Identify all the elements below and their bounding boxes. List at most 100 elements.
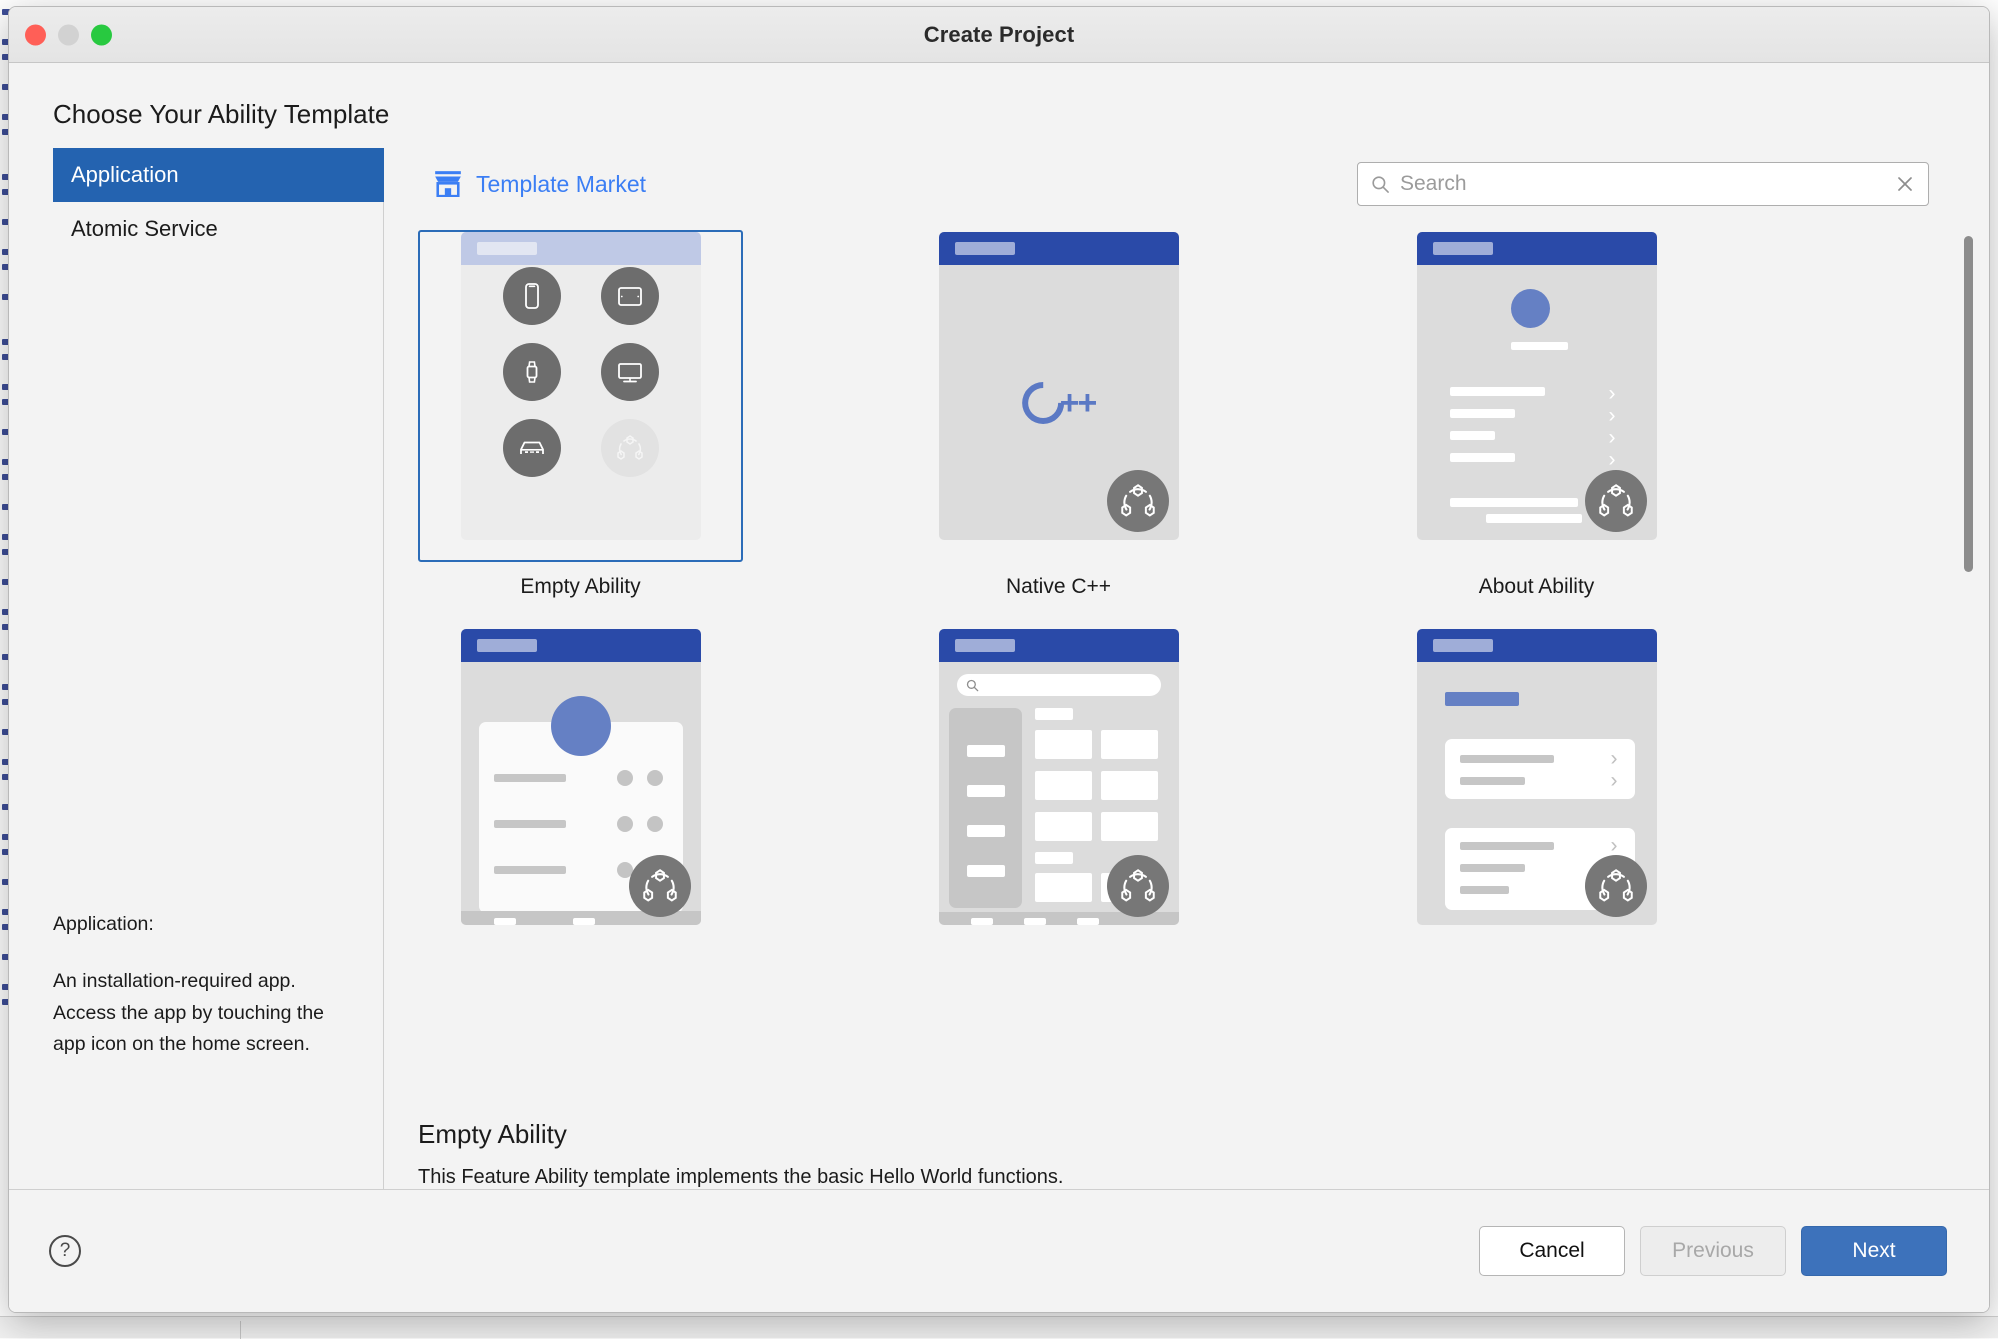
help-icon[interactable]: ? bbox=[49, 1235, 81, 1267]
minimize-window-icon[interactable] bbox=[58, 24, 79, 45]
template-preview-frame: ++ bbox=[896, 230, 1221, 562]
template-card-profile[interactable] bbox=[418, 627, 743, 972]
avatar bbox=[551, 696, 611, 756]
template-preview-frame: › › › › bbox=[1374, 627, 1699, 959]
preview-header-pill bbox=[1433, 639, 1493, 652]
template-card-catalog[interactable] bbox=[896, 627, 1221, 972]
cpp-logo-icon: ++ bbox=[1022, 382, 1096, 424]
template-market-link[interactable]: Template Market bbox=[434, 171, 646, 198]
sidebar-item-application[interactable]: Application bbox=[53, 148, 384, 202]
preview-header bbox=[939, 629, 1179, 662]
template-details-text: This Feature Ability template implements… bbox=[418, 1166, 1989, 1189]
template-details: Empty Ability This Feature Ability templ… bbox=[384, 1101, 1989, 1189]
template-card-label: Native C++ bbox=[896, 562, 1221, 599]
template-pane: Template Market bbox=[384, 148, 1989, 1189]
category-description-label: Application: bbox=[53, 909, 349, 941]
template-card-label bbox=[418, 959, 743, 972]
maximize-window-icon[interactable] bbox=[91, 24, 112, 45]
category-description-text: An installation-required app. Access the… bbox=[53, 966, 349, 1061]
template-card-label bbox=[896, 959, 1221, 972]
template-details-title: Empty Ability bbox=[418, 1119, 1989, 1150]
search-input[interactable] bbox=[1400, 172, 1885, 196]
preview-profile bbox=[461, 629, 701, 925]
car-icon bbox=[503, 419, 561, 477]
preview-body: › › › › bbox=[1417, 662, 1657, 925]
sidebar-item-label: Application bbox=[71, 162, 179, 188]
content-card bbox=[1445, 739, 1635, 799]
preview-body bbox=[939, 662, 1179, 925]
search-icon bbox=[1371, 175, 1390, 194]
cancel-button[interactable]: Cancel bbox=[1479, 1226, 1625, 1276]
preview-about: › › › › bbox=[1417, 232, 1657, 540]
background-status-strip bbox=[0, 1316, 1998, 1338]
sidebar-item-label: Atomic Service bbox=[71, 216, 218, 242]
preview-header-pill bbox=[955, 242, 1015, 255]
template-card-native-cpp[interactable]: ++ bbox=[896, 230, 1221, 599]
preview-header bbox=[939, 232, 1179, 265]
preview-devices bbox=[461, 232, 701, 540]
template-grid-wrap: Empty Ability bbox=[384, 222, 1989, 1101]
search-icon bbox=[966, 679, 979, 692]
next-button[interactable]: Next bbox=[1801, 1226, 1947, 1276]
distributed-ability-icon bbox=[1585, 470, 1647, 532]
distributed-ability-icon bbox=[1107, 855, 1169, 917]
section-title-block bbox=[1445, 692, 1519, 706]
preview-header bbox=[1417, 232, 1657, 265]
category-list: Application Atomic Service bbox=[9, 148, 383, 256]
template-card-settings[interactable]: › › › › bbox=[1374, 627, 1699, 972]
preview-header-pill bbox=[477, 242, 537, 255]
preview-header bbox=[461, 629, 701, 662]
preview-body bbox=[461, 265, 701, 540]
page-title: Choose Your Ability Template bbox=[9, 63, 1989, 148]
dialog-body: Choose Your Ability Template Application… bbox=[9, 63, 1989, 1312]
tv-icon bbox=[601, 343, 659, 401]
preview-header bbox=[461, 232, 701, 265]
template-card-label: Empty Ability bbox=[418, 562, 743, 599]
template-card-label bbox=[1374, 959, 1699, 972]
preview-body bbox=[461, 662, 701, 925]
sidebar-item-atomic-service[interactable]: Atomic Service bbox=[53, 202, 384, 256]
template-preview-frame bbox=[896, 627, 1221, 959]
preview-header bbox=[1417, 629, 1657, 662]
distributed-ability-icon bbox=[629, 855, 691, 917]
preview-settings: › › › › bbox=[1417, 629, 1657, 925]
window-titlebar: Create Project bbox=[9, 7, 1989, 63]
window-title: Create Project bbox=[924, 22, 1075, 48]
preview-cpp: ++ bbox=[939, 232, 1179, 540]
template-search-box[interactable] bbox=[1357, 162, 1929, 206]
preview-body: › › › › bbox=[1417, 265, 1657, 540]
previous-button[interactable]: Previous bbox=[1640, 1226, 1786, 1276]
content-columns: Application Atomic Service Application: … bbox=[9, 148, 1989, 1190]
distributed-ability-icon bbox=[1107, 470, 1169, 532]
footer-button-row: Cancel Previous Next bbox=[1479, 1226, 1947, 1276]
avatar bbox=[1511, 289, 1550, 328]
distributed-ability-icon bbox=[601, 419, 659, 477]
template-preview-frame bbox=[418, 627, 743, 959]
close-window-icon[interactable] bbox=[25, 24, 46, 45]
preview-sidebar bbox=[949, 708, 1022, 908]
dialog-footer: ? Cancel Previous Next bbox=[9, 1190, 1989, 1312]
template-preview-frame: › › › › bbox=[1374, 230, 1699, 562]
help-icon-glyph: ? bbox=[60, 1240, 71, 1262]
preview-catalog bbox=[939, 629, 1179, 925]
storefront-icon bbox=[434, 171, 462, 197]
device-icon-grid bbox=[461, 267, 701, 477]
preview-body: ++ bbox=[939, 265, 1179, 540]
template-card-empty-ability[interactable]: Empty Ability bbox=[418, 230, 743, 599]
preview-header-pill bbox=[955, 639, 1015, 652]
template-grid-scrollbar[interactable] bbox=[1964, 236, 1973, 572]
watch-icon bbox=[503, 343, 561, 401]
category-description: Application: An installation-required ap… bbox=[9, 909, 383, 1189]
template-toolbar: Template Market bbox=[384, 148, 1989, 222]
template-grid: Empty Ability bbox=[384, 222, 1989, 972]
window-traffic-lights[interactable] bbox=[25, 24, 112, 45]
tablet-icon bbox=[601, 267, 659, 325]
preview-header-pill bbox=[1433, 242, 1493, 255]
distributed-ability-icon bbox=[1585, 855, 1647, 917]
template-preview-frame bbox=[418, 230, 743, 562]
template-market-label: Template Market bbox=[476, 171, 646, 198]
category-sidebar: Application Atomic Service Application: … bbox=[9, 148, 384, 1189]
template-card-about-ability[interactable]: › › › › bbox=[1374, 230, 1699, 599]
close-icon[interactable] bbox=[1895, 174, 1915, 194]
preview-search-field bbox=[957, 674, 1161, 696]
